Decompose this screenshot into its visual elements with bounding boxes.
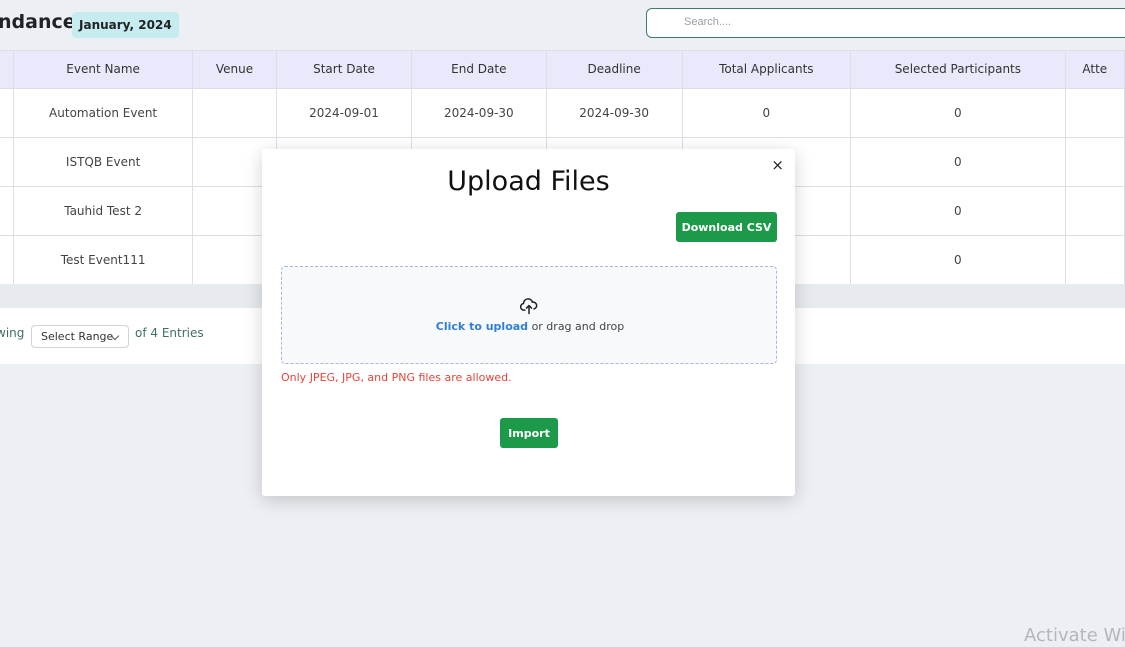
- table-cell: [1065, 137, 1125, 187]
- table-cell: 2024-09-30: [411, 88, 547, 138]
- page-title: ndance: [0, 11, 76, 33]
- file-type-hint: Only JPEG, JPG, and PNG files are allowe…: [281, 371, 512, 384]
- table-header-row: Event Name Venue Start Date End Date Deadlin…: [0, 51, 1125, 89]
- import-button[interactable]: Import: [500, 418, 558, 448]
- search-input[interactable]: [684, 16, 1084, 28]
- column-header: Total Applicants: [682, 51, 852, 89]
- table-cell: [1065, 88, 1125, 138]
- table-cell: 2024-09-30: [546, 88, 683, 138]
- file-dropzone[interactable]: Click to upload or drag and drop: [281, 266, 777, 364]
- table-cell: 0: [850, 137, 1066, 187]
- range-select[interactable]: Select Range: [31, 325, 129, 348]
- table-cell: 0: [850, 235, 1066, 285]
- table-cell: Test Event111: [13, 235, 193, 285]
- table-cell: Automation Event: [13, 88, 193, 138]
- table-cell: [0, 186, 15, 236]
- download-csv-button[interactable]: Download CSV: [676, 212, 777, 242]
- upload-files-modal: × Upload Files Download CSV Click to upl…: [262, 149, 795, 496]
- entries-count-label: of 4 Entries: [135, 326, 204, 340]
- column-header: Start Date: [276, 51, 412, 89]
- table-cell: [0, 88, 15, 138]
- modal-title: Upload Files: [447, 166, 610, 197]
- column-header: [0, 51, 15, 89]
- column-header: Venue: [192, 51, 278, 89]
- month-badge[interactable]: January, 2024: [72, 12, 179, 38]
- table-cell: [0, 235, 15, 285]
- column-header: Deadline: [546, 51, 683, 89]
- table-cell: 2024-09-01: [276, 88, 412, 138]
- table-cell: 0: [850, 186, 1066, 236]
- dropzone-text: Click to upload or drag and drop: [282, 320, 778, 333]
- column-header: Selected Participants: [850, 51, 1066, 89]
- column-header: End Date: [411, 51, 547, 89]
- table-cell: Tauhid Test 2: [13, 186, 193, 236]
- click-to-upload-link[interactable]: Click to upload: [436, 320, 528, 333]
- search-box[interactable]: [646, 8, 1125, 38]
- drag-drop-label: or drag and drop: [531, 320, 625, 333]
- column-header: Event Name: [13, 51, 193, 89]
- activate-windows-watermark: Activate Wi: [1024, 625, 1125, 646]
- table-cell: [1065, 186, 1125, 236]
- table-cell: 0: [850, 88, 1066, 138]
- table-cell: ISTQB Event: [13, 137, 193, 187]
- table-cell: [0, 137, 15, 187]
- range-select-label: Select Range: [41, 330, 114, 343]
- table-cell: [1065, 235, 1125, 285]
- table-cell: [192, 88, 278, 138]
- column-header: Atte: [1065, 51, 1125, 89]
- cloud-upload-icon: [519, 298, 538, 315]
- showing-label: wing: [0, 326, 25, 340]
- table-cell: 0: [682, 88, 852, 138]
- table-row[interactable]: Automation Event 2024-09-01 2024-09-30 2024…: [0, 88, 1125, 138]
